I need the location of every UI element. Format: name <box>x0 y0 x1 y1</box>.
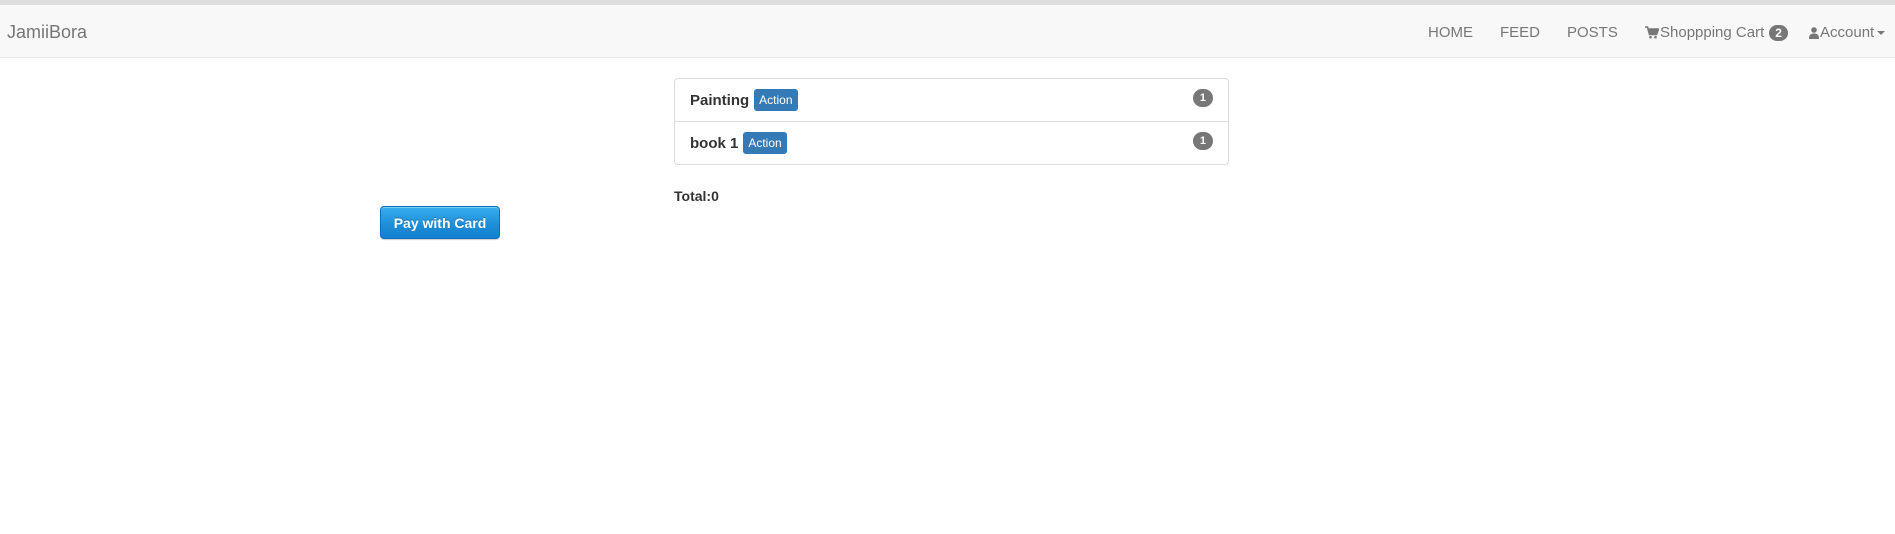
brand-link[interactable]: JamiiBora <box>7 22 87 43</box>
cart-label: Shoppping Cart <box>1660 24 1765 41</box>
user-icon <box>1809 26 1819 39</box>
nav-feed-link[interactable]: FEED <box>1500 24 1540 41</box>
cart-item: book 1 Action 1 <box>674 121 1229 165</box>
pay-with-card-button[interactable]: Pay with Card <box>380 206 500 239</box>
cart-count-badge: 2 <box>1769 24 1788 41</box>
cart-item-name: Painting <box>690 91 750 109</box>
top-navbar: JamiiBora HOME FEED POSTS Shoppping Cart… <box>0 0 1895 58</box>
cart-item-name: book 1 <box>690 134 739 152</box>
cart-total: Total:0 <box>674 188 719 204</box>
cart-item-quantity-badge: 1 <box>1192 89 1213 107</box>
cart-item: Painting Action 1 <box>674 78 1229 122</box>
nav-home-link[interactable]: HOME <box>1428 24 1473 41</box>
cart-items-list: Painting Action 1 book 1 Action 1 <box>674 78 1229 165</box>
shopping-cart-icon <box>1645 26 1659 39</box>
nav-shopping-cart-link[interactable]: Shoppping Cart 2 <box>1645 24 1788 41</box>
cart-item-action-button[interactable]: Action <box>743 132 787 154</box>
nav-posts-link[interactable]: POSTS <box>1567 24 1618 41</box>
cart-item-action-button[interactable]: Action <box>754 89 798 111</box>
caret-down-icon <box>1877 30 1886 35</box>
account-label: Account <box>1820 24 1875 41</box>
nav-account-dropdown[interactable]: Account <box>1809 24 1886 41</box>
cart-item-quantity-badge: 1 <box>1192 132 1213 150</box>
